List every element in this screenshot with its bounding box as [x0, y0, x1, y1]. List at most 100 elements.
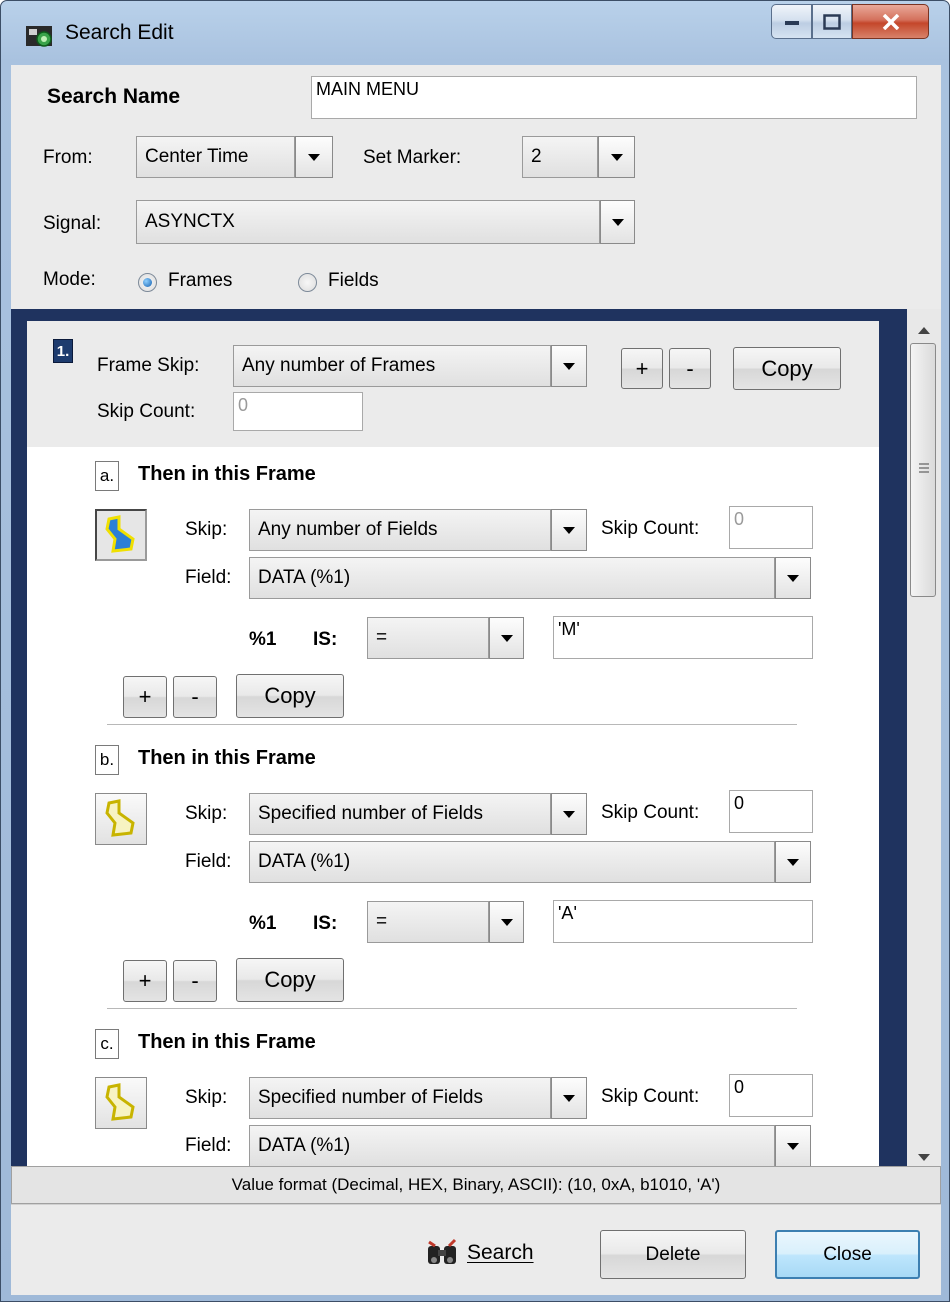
add-frame-step-button[interactable]: + — [621, 348, 663, 389]
chevron-down-icon — [611, 218, 624, 226]
substep-a-skip-count-input[interactable]: 0 — [729, 506, 813, 549]
copy-frame-step-button[interactable]: Copy — [733, 347, 841, 390]
search-name-input[interactable]: MAIN MENU — [311, 76, 917, 119]
substep-a-operator-select[interactable]: = — [367, 617, 489, 659]
substep-a-skip-count-label: Skip Count: — [601, 518, 700, 539]
substep-b-add-button[interactable]: + — [123, 960, 167, 1002]
search-steps-panel: 1. Frame Skip: Any number of Frames + - … — [27, 321, 879, 1166]
substep-a-skip-label: Skip: — [185, 519, 228, 540]
window-close-button[interactable] — [852, 4, 929, 39]
substep-b-field-dropdown-button[interactable] — [775, 841, 811, 883]
chevron-down-icon — [563, 362, 575, 370]
substep-b-skip-count-label: Skip Count: — [601, 802, 700, 823]
substep-c-skip-dropdown-button[interactable] — [551, 1077, 587, 1119]
substep-a-title: Then in this Frame — [138, 463, 316, 485]
substep-b-operator-select[interactable]: = — [367, 901, 489, 943]
substep-b-copy-button[interactable]: Copy — [236, 958, 344, 1002]
from-dropdown-button[interactable] — [295, 136, 333, 178]
substep-a-remove-button[interactable]: - — [173, 676, 217, 718]
minimize-button[interactable] — [771, 4, 812, 39]
substep-a-copy-button[interactable]: Copy — [236, 674, 344, 718]
from-label: From: — [43, 147, 93, 168]
frame-skip-dropdown-button[interactable] — [551, 345, 587, 387]
chevron-down-icon — [563, 810, 575, 818]
set-marker-dropdown-button[interactable] — [598, 136, 635, 178]
value-format-hint: Value format (Decimal, HEX, Binary, ASCI… — [11, 1166, 941, 1204]
substep-b-field-select[interactable]: DATA (%1) — [249, 841, 775, 883]
set-marker-select[interactable]: 2 — [522, 136, 598, 178]
delete-button[interactable]: Delete — [600, 1230, 746, 1279]
substep-c-field-link-icon[interactable] — [95, 1077, 147, 1129]
binoculars-icon — [428, 1238, 457, 1264]
signal-select[interactable]: ASYNCTX — [136, 200, 600, 244]
substep-b-skip-dropdown-button[interactable] — [551, 793, 587, 835]
search-button[interactable]: Search — [425, 1238, 534, 1268]
substep-b-index: b. — [95, 745, 119, 775]
search-name-label: Search Name — [47, 85, 181, 108]
substep-c-field-dropdown-button[interactable] — [775, 1125, 811, 1166]
substep-b-var-label: %1 — [249, 913, 277, 934]
search-edit-window: Search Edit Search Name MAIN MENU From: … — [0, 0, 950, 1302]
signal-dropdown-button[interactable] — [600, 200, 635, 244]
substep-a-skip-select[interactable]: Any number of Fields — [249, 509, 551, 551]
substep-b-skip-count-input[interactable]: 0 — [729, 790, 813, 833]
substep-b-operator-dropdown-button[interactable] — [489, 901, 524, 943]
frame-skip-select[interactable]: Any number of Frames — [233, 345, 551, 387]
scrollbar-thumb[interactable] — [910, 343, 936, 597]
substep-a-field-label: Field: — [185, 567, 232, 588]
substep-c-field-label: Field: — [185, 1135, 232, 1156]
chevron-down-icon — [787, 1142, 799, 1150]
mode-fields-label[interactable]: Fields — [328, 270, 379, 292]
substep-b-match-input[interactable]: 'A' — [553, 900, 813, 943]
vertical-scrollbar[interactable] — [907, 309, 941, 1166]
substep-b-remove-button[interactable]: - — [173, 960, 217, 1002]
substep-b-skip-label: Skip: — [185, 803, 228, 824]
close-icon — [882, 13, 899, 30]
substep-a-operator-dropdown-button[interactable] — [489, 617, 524, 659]
chevron-down-icon — [787, 574, 799, 582]
substep-a-var-label: %1 — [249, 629, 277, 650]
substep-a-index: a. — [95, 461, 119, 491]
substep-c-title: Then in this Frame — [138, 1031, 316, 1053]
app-icon — [25, 24, 55, 48]
from-select[interactable]: Center Time — [136, 136, 295, 178]
chevron-down-icon — [563, 1094, 575, 1102]
substep-b-title: Then in this Frame — [138, 747, 316, 769]
substep-a-add-button[interactable]: + — [123, 676, 167, 718]
frame-step-index: 1. — [53, 339, 73, 363]
chevron-down-icon — [308, 153, 320, 161]
set-marker-label: Set Marker: — [363, 147, 462, 168]
substep-a-field-dropdown-button[interactable] — [775, 557, 811, 599]
substep-b-is-label: IS: — [313, 913, 338, 934]
mode-fields-radio[interactable] — [298, 273, 317, 292]
mode-frames-label[interactable]: Frames — [168, 270, 232, 292]
substep-separator — [107, 1008, 797, 1010]
frame-step-section: 1. Frame Skip: Any number of Frames + - … — [27, 321, 879, 447]
substep-a-field-select[interactable]: DATA (%1) — [249, 557, 775, 599]
scroll-up-icon[interactable] — [917, 319, 931, 341]
substep-b-skip-select[interactable]: Specified number of Fields — [249, 793, 551, 835]
substep-c-skip-select[interactable]: Specified number of Fields — [249, 1077, 551, 1119]
substep-c-field-select[interactable]: DATA (%1) — [249, 1125, 775, 1166]
remove-frame-step-button[interactable]: - — [669, 348, 711, 389]
chevron-down-icon — [787, 858, 799, 866]
substep-b-field-link-icon[interactable] — [95, 793, 147, 845]
close-button[interactable]: Close — [775, 1230, 920, 1279]
substep-a-match-input[interactable]: 'M' — [553, 616, 813, 659]
frame-skip-count-label: Skip Count: — [97, 401, 196, 422]
title-bar[interactable]: Search Edit — [1, 1, 950, 65]
chevron-down-icon — [610, 153, 623, 161]
substep-c-skip-count-label: Skip Count: — [601, 1086, 700, 1107]
chevron-down-icon — [500, 918, 513, 926]
substep-a-field-link-icon[interactable] — [95, 509, 147, 561]
mode-frames-radio[interactable] — [138, 273, 157, 292]
substep-a-is-label: IS: — [313, 629, 338, 650]
substep-a-skip-dropdown-button[interactable] — [551, 509, 587, 551]
chevron-down-icon — [563, 526, 575, 534]
maximize-button[interactable] — [812, 4, 852, 39]
frame-skip-count-input[interactable]: 0 — [233, 392, 363, 431]
substep-b-field-label: Field: — [185, 851, 232, 872]
substep-c-skip-count-input[interactable]: 0 — [729, 1074, 813, 1117]
window-title: Search Edit — [65, 21, 174, 44]
substep-separator — [107, 724, 797, 726]
